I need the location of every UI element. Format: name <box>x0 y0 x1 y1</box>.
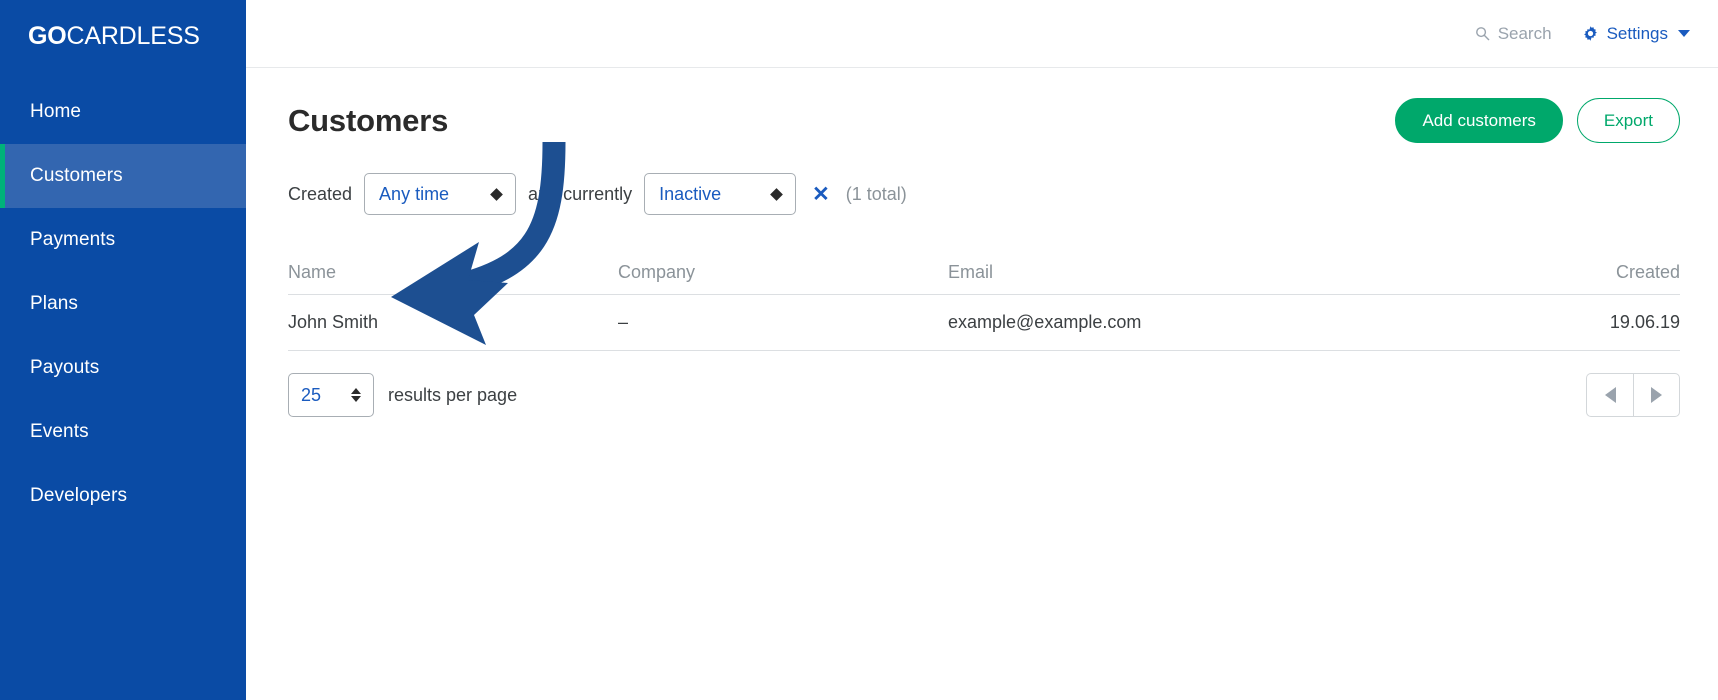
gear-icon <box>1582 25 1599 42</box>
next-page-button[interactable] <box>1633 373 1680 417</box>
triangle-left-icon <box>1604 387 1616 403</box>
sidebar-item-label: Plans <box>30 293 79 314</box>
table-row[interactable]: John Smith – example@example.com 19.06.1… <box>288 295 1680 351</box>
status-value: Inactive <box>659 183 722 204</box>
sidebar-item-label: Payments <box>30 229 116 250</box>
sidebar-item-home[interactable]: Home <box>0 80 246 144</box>
column-header-email[interactable]: Email <box>948 262 1540 283</box>
export-button[interactable]: Export <box>1576 98 1680 143</box>
select-arrow-icon <box>770 187 783 201</box>
sidebar-item-label: Payouts <box>30 357 100 378</box>
column-header-company[interactable]: Company <box>618 262 948 283</box>
sidebar-item-customers[interactable]: Customers <box>0 144 246 208</box>
brand-logo[interactable]: GOCARDLESS <box>0 0 246 51</box>
status-select[interactable]: Inactive <box>644 173 797 215</box>
app-root: GOCARDLESS Home Customers Payments Plans… <box>0 0 1718 700</box>
sidebar-item-label: Events <box>30 421 89 442</box>
search-icon <box>1475 26 1490 41</box>
settings-label: Settings <box>1606 23 1668 43</box>
search-button[interactable]: Search <box>1475 24 1552 44</box>
main-content: Search Settings Customers Add customers <box>246 0 1718 700</box>
customers-table: Name Company Email Created John Smith – … <box>288 251 1680 351</box>
sidebar-item-label: Developers <box>30 485 128 506</box>
add-customers-button[interactable]: Add customers <box>1395 98 1563 143</box>
sidebar-nav: Home Customers Payments Plans Payouts Ev… <box>0 80 246 528</box>
stepper-arrows-icon <box>351 388 361 402</box>
sidebar-item-events[interactable]: Events <box>0 400 246 464</box>
pagination-controls <box>1586 373 1680 417</box>
page-header: Customers Add customers Export <box>288 68 1680 143</box>
cell-created: 19.06.19 <box>1609 312 1680 332</box>
top-bar: Search Settings <box>246 0 1718 68</box>
page-actions: Add customers Export <box>1395 98 1680 143</box>
settings-menu-button[interactable]: Settings <box>1582 24 1690 44</box>
sidebar: GOCARDLESS Home Customers Payments Plans… <box>0 0 246 700</box>
brand-logo-light: CARDLESS <box>66 22 200 50</box>
results-per-page-stepper[interactable]: 25 <box>288 373 374 417</box>
page-title: Customers <box>288 102 449 138</box>
created-time-select[interactable]: Any time <box>364 173 517 215</box>
page-content: Customers Add customers Export Created A… <box>246 68 1718 417</box>
previous-page-button[interactable] <box>1586 373 1633 417</box>
sidebar-item-payments[interactable]: Payments <box>0 208 246 272</box>
created-filter-label: Created <box>288 183 353 204</box>
results-per-page-value: 25 <box>301 384 322 405</box>
results-per-page-label: results per page <box>388 384 518 405</box>
chevron-down-icon <box>1678 30 1690 37</box>
sidebar-item-plans[interactable]: Plans <box>0 272 246 336</box>
sidebar-item-payouts[interactable]: Payouts <box>0 336 246 400</box>
search-label: Search <box>1497 23 1552 43</box>
sidebar-item-label: Customers <box>30 165 123 186</box>
column-header-name[interactable]: Name <box>288 262 618 283</box>
brand-logo-bold: GO <box>28 22 67 50</box>
total-count-label: (1 total) <box>845 183 907 204</box>
filter-bar: Created Any time and currently Inactive … <box>288 173 1680 215</box>
sidebar-item-developers[interactable]: Developers <box>0 464 246 528</box>
select-arrow-icon <box>490 187 503 201</box>
clear-filters-icon[interactable]: ✕ <box>812 184 830 205</box>
triangle-right-icon <box>1651 387 1662 403</box>
column-header-created[interactable]: Created <box>1540 262 1680 283</box>
table-header-row: Name Company Email Created <box>288 251 1680 295</box>
cell-company: – <box>618 312 629 332</box>
cell-email: example@example.com <box>948 312 1142 332</box>
per-page-control: 25 results per page <box>288 373 517 417</box>
sidebar-item-label: Home <box>30 101 82 122</box>
table-footer: 25 results per page <box>288 373 1680 417</box>
and-currently-label: and currently <box>528 183 633 204</box>
created-time-value: Any time <box>379 183 450 204</box>
cell-name: John Smith <box>288 312 379 332</box>
